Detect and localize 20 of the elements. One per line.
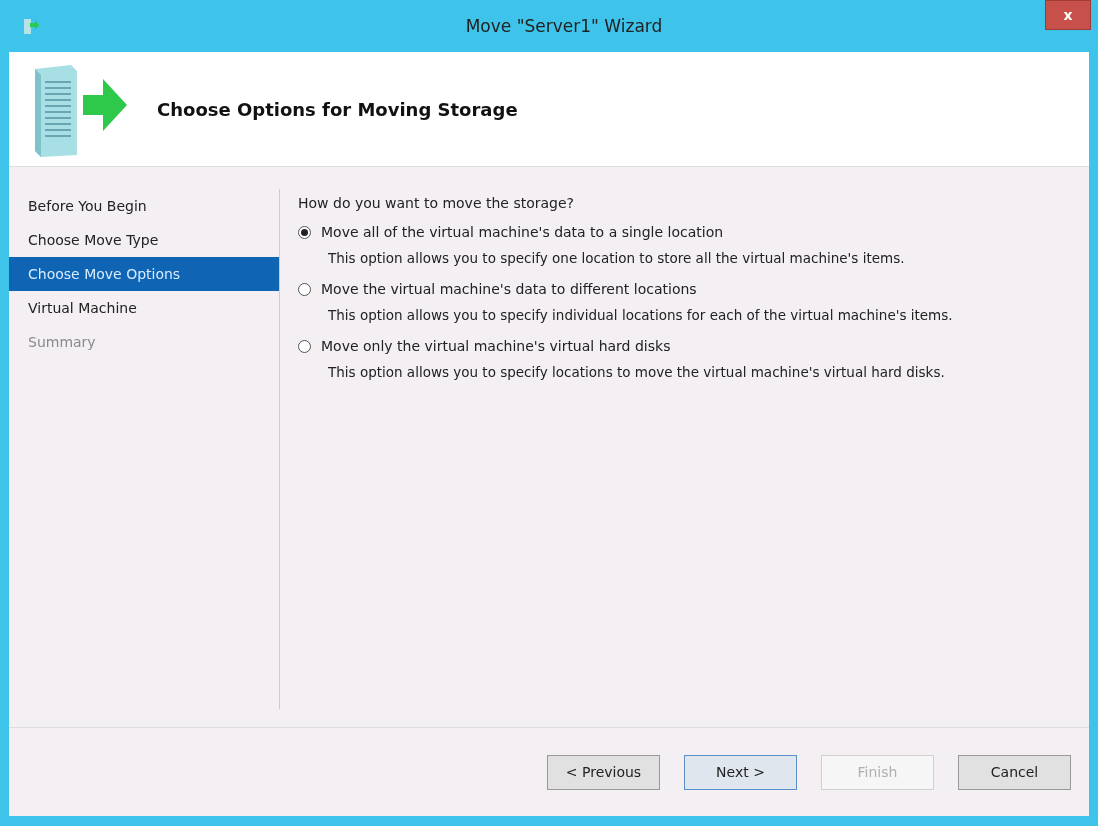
- option-label[interactable]: Move the virtual machine's data to different locations: [321, 281, 697, 297]
- close-button[interactable]: x: [1045, 0, 1091, 30]
- step-item[interactable]: Choose Move Options: [9, 257, 279, 291]
- step-item[interactable]: Choose Move Type: [9, 223, 279, 257]
- question-text: How do you want to move the storage?: [298, 195, 575, 211]
- option-label[interactable]: Move all of the virtual machine's data to a single location: [321, 224, 724, 240]
- option-label[interactable]: Move only the virtual machine's virtual hard disks: [321, 338, 671, 354]
- step-item[interactable]: Virtual Machine: [9, 291, 279, 325]
- option-description: This option allows you to specify individual locations for each of the virtual machine's items.: [328, 307, 954, 323]
- app-icon: [23, 17, 39, 35]
- page-title: Choose Options for Moving Storage: [157, 98, 518, 120]
- wizard-button[interactable]: Cancel: [958, 754, 1071, 790]
- option-description: This option allows you to specify one location to store all the virtual machine's items.: [328, 250, 906, 266]
- radio-button[interactable]: [298, 282, 311, 296]
- radio-button[interactable]: [298, 225, 311, 239]
- radio-button[interactable]: [298, 339, 311, 353]
- wizard-button[interactable]: Next >: [684, 754, 797, 790]
- wizard-button[interactable]: < Previous: [547, 754, 660, 790]
- option-description: This option allows you to specify locations to move the virtual machine's virtual hard disks.: [328, 364, 946, 380]
- step-item[interactable]: Before You Begin: [9, 189, 279, 223]
